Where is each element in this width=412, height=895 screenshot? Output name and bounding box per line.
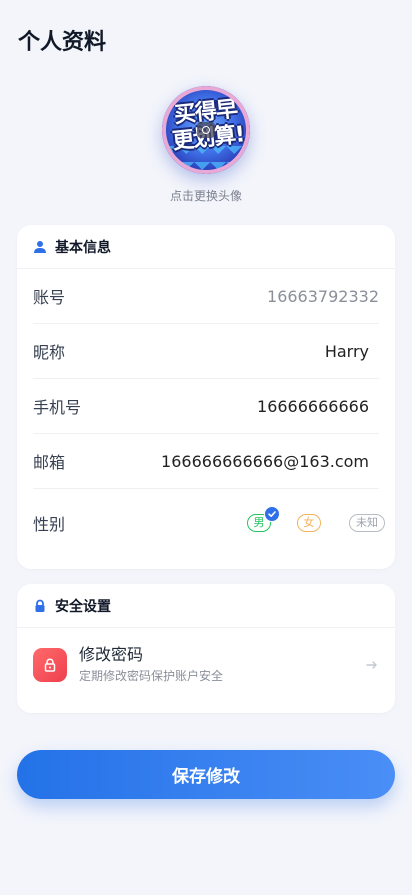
email-row[interactable]: 邮箱 166666666666@163.com xyxy=(33,434,379,489)
gender-option-unknown[interactable]: 未知 xyxy=(349,514,385,532)
email-label: 邮箱 xyxy=(33,453,66,472)
lock-icon xyxy=(33,599,47,613)
gender-option-female[interactable]: 女 xyxy=(297,514,321,532)
basic-info-header: 基本信息 xyxy=(17,225,395,269)
change-password-title: 修改密码 xyxy=(79,645,144,664)
security-card: 安全设置 修改密码 定期修改密码保护账户安全 xyxy=(17,584,395,713)
email-field[interactable]: 166666666666@163.com xyxy=(161,452,379,471)
avatar-change-hint[interactable]: 点击更换头像 xyxy=(0,187,412,204)
account-label: 账号 xyxy=(33,288,66,307)
change-password-subtitle: 定期修改密码保护账户安全 xyxy=(79,669,224,683)
basic-info-title: 基本信息 xyxy=(55,239,111,256)
phone-field[interactable]: 16666666666 xyxy=(257,397,379,416)
nickname-field[interactable]: Harry xyxy=(325,342,379,361)
nickname-label: 昵称 xyxy=(33,343,66,362)
profile-page: 个人资料 买得早 更划算! 点击更换头像 基本信息 账号 16663792332… xyxy=(0,0,412,895)
camera-icon xyxy=(197,122,215,138)
gender-label: 性别 xyxy=(33,515,66,534)
page-title: 个人资料 xyxy=(18,30,107,55)
basic-info-card: 基本信息 账号 16663792332 昵称 Harry 手机号 1666666… xyxy=(17,225,395,569)
phone-row[interactable]: 手机号 16666666666 xyxy=(33,379,379,434)
account-value: 16663792332 xyxy=(267,286,379,306)
account-row: 账号 16663792332 xyxy=(33,269,379,324)
gender-option-male[interactable]: 男 xyxy=(247,506,280,532)
save-button[interactable]: 保存修改 xyxy=(17,750,395,799)
gender-option-male-label: 男 xyxy=(253,516,265,529)
user-icon xyxy=(33,240,47,254)
check-icon xyxy=(264,506,280,522)
security-title: 安全设置 xyxy=(55,598,111,615)
change-password-item[interactable]: 修改密码 定期修改密码保护账户安全 xyxy=(33,630,379,700)
gender-options: 男 女 未知 xyxy=(247,506,385,532)
change-password-text: 修改密码 定期修改密码保护账户安全 xyxy=(79,645,365,685)
nickname-row[interactable]: 昵称 Harry xyxy=(33,324,379,379)
gender-row: 性别 男 女 未知 xyxy=(33,491,385,555)
password-lock-icon xyxy=(33,648,67,682)
avatar[interactable]: 买得早 更划算! xyxy=(162,86,250,174)
security-header: 安全设置 xyxy=(17,584,395,628)
arrow-right-icon xyxy=(365,658,379,672)
phone-label: 手机号 xyxy=(33,398,82,417)
